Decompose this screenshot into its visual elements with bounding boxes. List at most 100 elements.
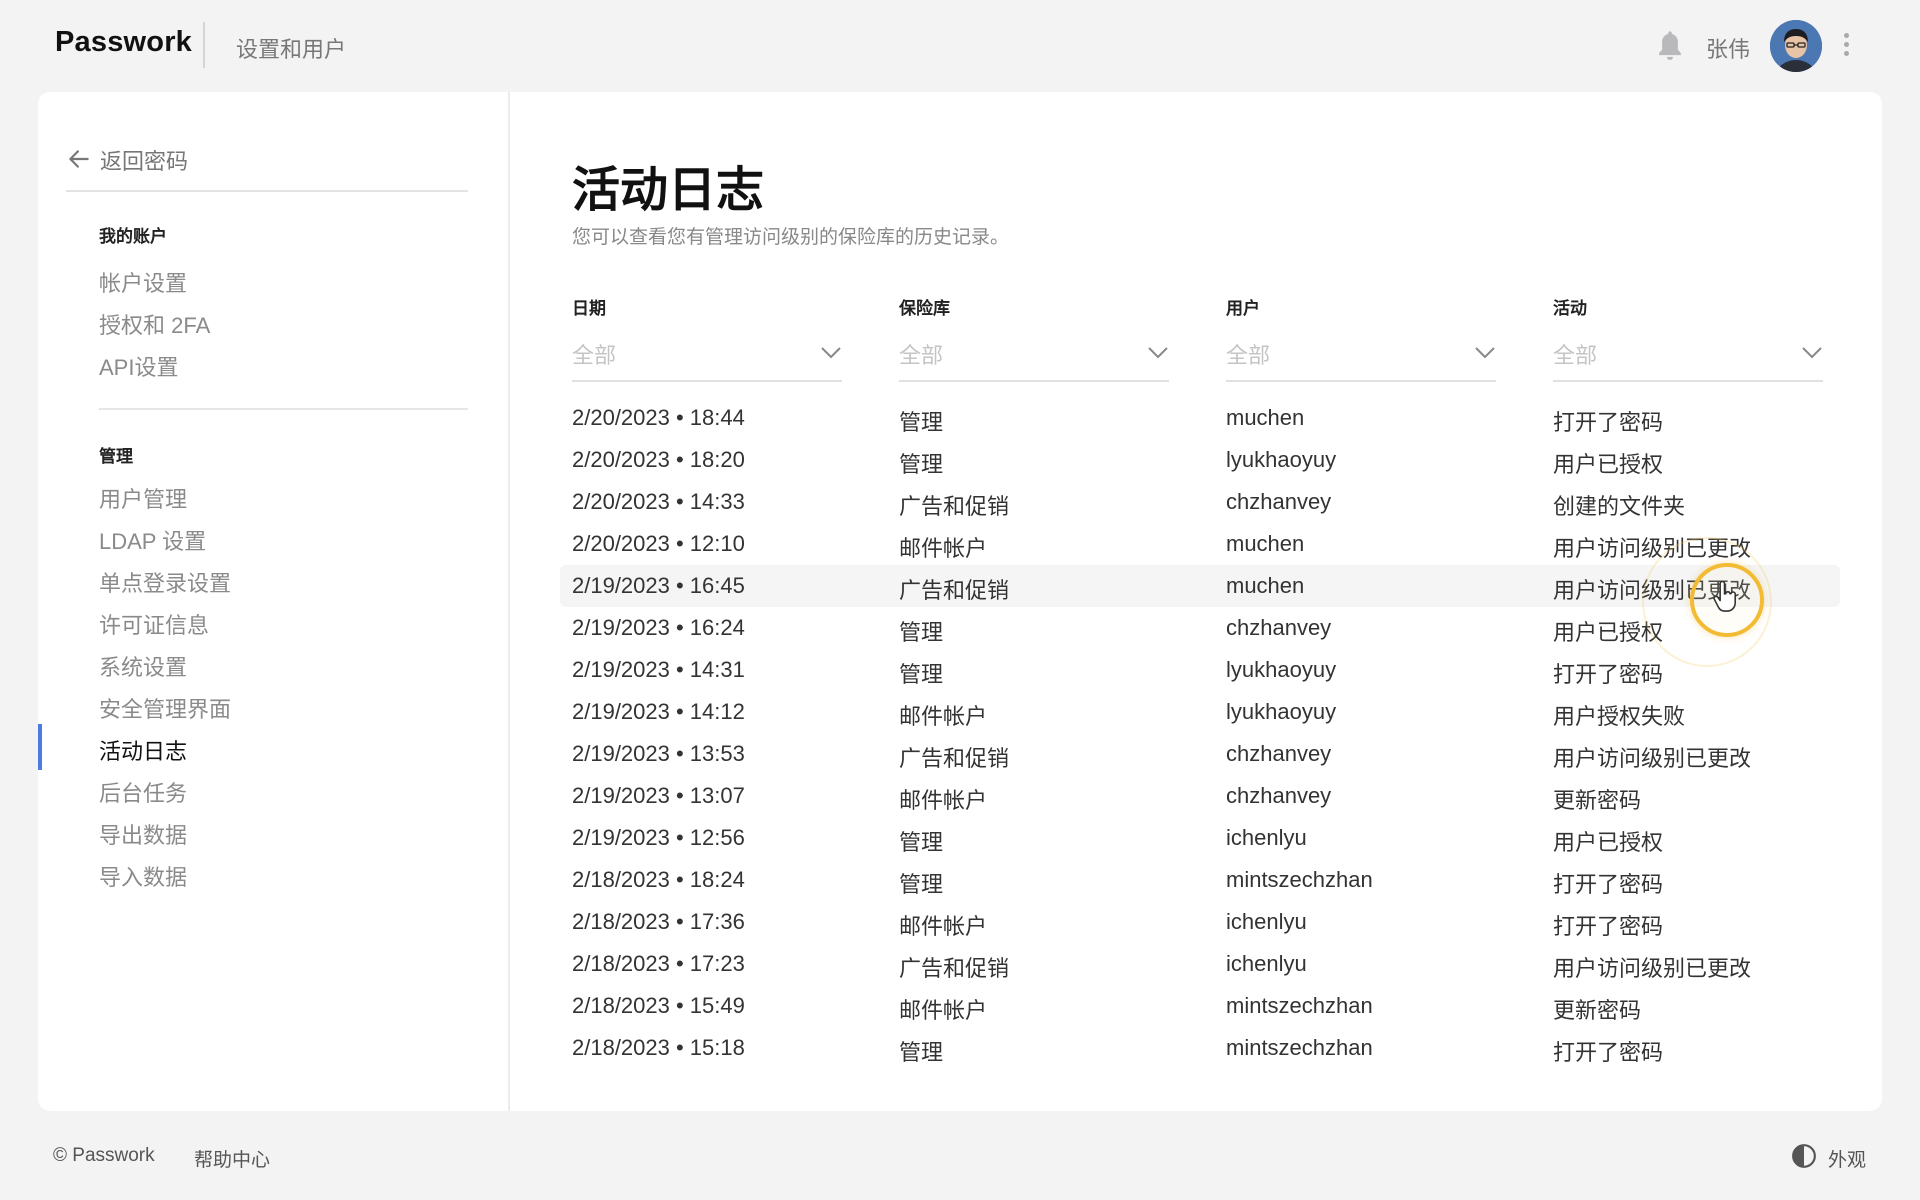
sidebar-item-import-data[interactable]: 导入数据 xyxy=(99,860,187,892)
cell-user: mintszechzhan xyxy=(1226,1035,1373,1060)
back-to-passwords-link[interactable]: 返回密码 xyxy=(66,144,468,192)
cell-date: 2/18/2023 • 18:24 xyxy=(572,867,745,892)
cell-activity: 创建的文件夹 xyxy=(1553,494,1686,519)
table-row[interactable]: 2/18/2023 • 17:23 广告和促销 ichenlyu 用户访问级别已更改 xyxy=(560,943,1840,985)
cell-date: 2/18/2023 • 17:23 xyxy=(572,951,745,976)
footer-copyright: © Passwork xyxy=(53,1145,155,1166)
cell-activity: 打开了密码 xyxy=(1553,914,1664,939)
cell-vault: 广告和促销 xyxy=(899,956,1010,981)
cell-vault: 邮件帐户 xyxy=(899,704,988,729)
back-label: 返回密码 xyxy=(100,149,189,174)
table-row[interactable]: 2/18/2023 • 15:49 邮件帐户 mintszechzhan 更新密码 xyxy=(560,985,1840,1027)
sidebar-item-api-settings[interactable]: API设置 xyxy=(99,350,178,382)
top-bar: Passwork 设置和用户 张伟 xyxy=(0,0,1920,90)
sidebar-item-license[interactable]: 许可证信息 xyxy=(99,608,209,640)
cell-vault: 管理 xyxy=(899,830,944,855)
footer-help-link[interactable]: 帮助中心 xyxy=(194,1145,270,1172)
sidebar-item-system-settings[interactable]: 系统设置 xyxy=(99,650,187,682)
sidebar-item-auth-2fa[interactable]: 授权和 2FA xyxy=(99,308,210,340)
cell-vault: 管理 xyxy=(899,452,944,477)
cell-date: 2/20/2023 • 14:33 xyxy=(572,489,745,514)
cell-vault: 广告和促销 xyxy=(899,746,1010,771)
sidebar-item-background-tasks[interactable]: 后台任务 xyxy=(99,776,187,808)
arrow-left-icon xyxy=(69,150,89,168)
cell-vault: 邮件帐户 xyxy=(899,536,988,561)
cell-activity: 打开了密码 xyxy=(1553,872,1664,897)
activity-filter-select[interactable]: 全部 xyxy=(1553,330,1823,382)
cell-date: 2/20/2023 • 18:44 xyxy=(572,405,745,430)
brand-logo[interactable]: Passwork xyxy=(55,26,192,59)
cell-date: 2/19/2023 • 16:45 xyxy=(572,573,745,598)
table-row[interactable]: 2/19/2023 • 13:07 邮件帐户 chzhanvey 更新密码 xyxy=(560,775,1840,817)
user-name[interactable]: 张伟 xyxy=(1706,32,1750,64)
cell-user: lyukhaoyuy xyxy=(1226,447,1337,472)
cell-vault: 管理 xyxy=(899,1040,944,1065)
table-row[interactable]: 2/19/2023 • 13:53 广告和促销 chzhanvey 用户访问级别已更改 xyxy=(560,733,1840,775)
sidebar-item-sso[interactable]: 单点登录设置 xyxy=(99,566,231,598)
cell-activity: 用户访问级别已更改 xyxy=(1553,746,1752,771)
cell-user: muchen xyxy=(1226,405,1305,430)
table-row[interactable]: 2/18/2023 • 15:18 管理 mintszechzhan 打开了密码 xyxy=(560,1027,1840,1069)
cell-user: muchen xyxy=(1226,531,1305,556)
appearance-toggle[interactable]: 外观 xyxy=(1828,1145,1866,1172)
cell-user: chzhanvey xyxy=(1226,783,1332,808)
cell-date: 2/19/2023 • 13:53 xyxy=(572,741,745,766)
header-divider xyxy=(203,22,205,68)
avatar[interactable] xyxy=(1770,20,1822,72)
cell-user: chzhanvey xyxy=(1226,741,1332,766)
table-row[interactable]: 2/20/2023 • 18:20 管理 lyukhaoyuy 用户已授权 xyxy=(560,439,1840,481)
cell-user: chzhanvey xyxy=(1226,615,1332,640)
sidebar-item-user-management[interactable]: 用户管理 xyxy=(99,482,187,514)
section-title-admin: 管理 xyxy=(99,447,133,466)
sidebar-item-activity-log[interactable]: 活动日志 xyxy=(99,734,187,766)
cell-vault: 广告和促销 xyxy=(899,578,1010,603)
filter-value: 全部 xyxy=(1226,343,1271,368)
cell-user: chzhanvey xyxy=(1226,489,1332,514)
table-row[interactable]: 2/19/2023 • 14:12 邮件帐户 lyukhaoyuy 用户授权失败 xyxy=(560,691,1840,733)
cell-user: lyukhaoyuy xyxy=(1226,699,1337,724)
cell-activity: 用户已授权 xyxy=(1553,830,1664,855)
table-row[interactable]: 2/18/2023 • 18:24 管理 mintszechzhan 打开了密码 xyxy=(560,859,1840,901)
sidebar: 返回密码 我的账户 帐户设置 授权和 2FA API设置 管理 用户管理 LDA… xyxy=(38,92,510,1111)
cell-vault: 管理 xyxy=(899,872,944,897)
sidebar-divider xyxy=(99,408,468,410)
sidebar-item-security-dashboard[interactable]: 安全管理界面 xyxy=(99,692,231,724)
cell-date: 2/20/2023 • 18:20 xyxy=(572,447,745,472)
cell-activity: 更新密码 xyxy=(1553,788,1642,813)
cell-vault: 邮件帐户 xyxy=(899,998,988,1023)
cell-user: mintszechzhan xyxy=(1226,867,1373,892)
filter-value: 全部 xyxy=(572,343,617,368)
cell-date: 2/18/2023 • 15:18 xyxy=(572,1035,745,1060)
cell-vault: 管理 xyxy=(899,410,944,435)
table-row[interactable]: 2/19/2023 • 12:56 管理 ichenlyu 用户已授权 xyxy=(560,817,1840,859)
date-filter-select[interactable]: 全部 xyxy=(572,330,842,382)
cell-vault: 广告和促销 xyxy=(899,494,1010,519)
vault-filter-select[interactable]: 全部 xyxy=(899,330,1169,382)
table-row[interactable]: 2/20/2023 • 14:33 广告和促销 chzhanvey 创建的文件夹 xyxy=(560,481,1840,523)
table-row[interactable]: 2/20/2023 • 12:10 邮件帐户 muchen 用户访问级别已更改 xyxy=(560,523,1840,565)
contrast-icon[interactable] xyxy=(1791,1143,1817,1169)
active-indicator xyxy=(38,724,42,770)
cell-user: muchen xyxy=(1226,573,1305,598)
kebab-menu-icon[interactable] xyxy=(1840,30,1852,62)
user-filter-select[interactable]: 全部 xyxy=(1226,330,1496,382)
cell-vault: 邮件帐户 xyxy=(899,914,988,939)
cell-vault: 管理 xyxy=(899,662,944,687)
table-row[interactable]: 2/19/2023 • 14:31 管理 lyukhaoyuy 打开了密码 xyxy=(560,649,1840,691)
chevron-down-icon xyxy=(1802,347,1822,359)
column-header-user: 用户 xyxy=(1226,299,1260,318)
cell-vault: 邮件帐户 xyxy=(899,788,988,813)
cell-date: 2/18/2023 • 15:49 xyxy=(572,993,745,1018)
sidebar-item-export-data[interactable]: 导出数据 xyxy=(99,818,187,850)
cell-user: mintszechzhan xyxy=(1226,993,1373,1018)
cell-user: ichenlyu xyxy=(1226,825,1307,850)
bell-icon[interactable] xyxy=(1655,29,1685,63)
column-header-date: 日期 xyxy=(572,299,606,318)
table-row[interactable]: 2/20/2023 • 18:44 管理 muchen 打开了密码 xyxy=(560,397,1840,439)
cell-user: ichenlyu xyxy=(1226,951,1307,976)
table-row[interactable]: 2/18/2023 • 17:36 邮件帐户 ichenlyu 打开了密码 xyxy=(560,901,1840,943)
sidebar-item-account-settings[interactable]: 帐户设置 xyxy=(99,266,187,298)
cell-date: 2/18/2023 • 17:36 xyxy=(572,909,745,934)
sidebar-item-ldap[interactable]: LDAP 设置 xyxy=(99,524,206,556)
settings-card: 返回密码 我的账户 帐户设置 授权和 2FA API设置 管理 用户管理 LDA… xyxy=(38,92,1882,1111)
